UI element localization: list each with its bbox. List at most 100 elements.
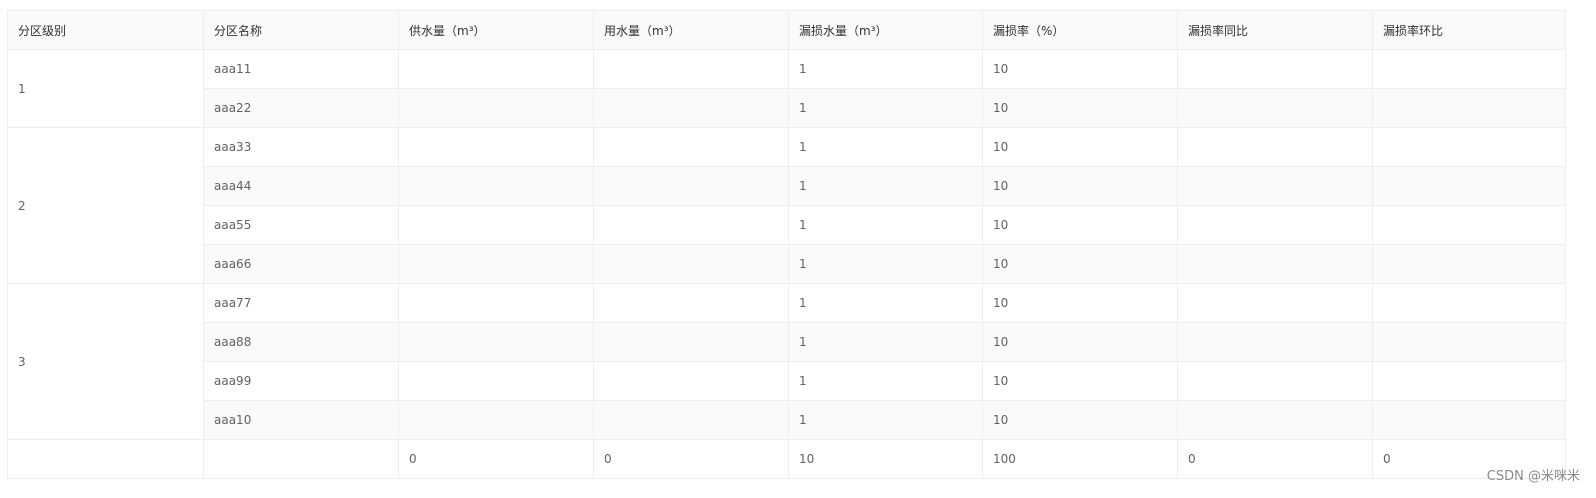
leakage-volume-cell: 1 xyxy=(788,400,983,440)
leakage-yoy-cell xyxy=(1177,88,1373,128)
leakage-yoy-cell xyxy=(1177,49,1373,89)
consumption-volume-cell xyxy=(593,361,789,401)
table-row[interactable]: aaa22 1 10 xyxy=(8,88,1566,128)
zone-name-cell: aaa10 xyxy=(203,400,399,440)
table-row[interactable]: 2 aaa33 1 10 xyxy=(7,127,1566,284)
zone-level-cell: 3 xyxy=(7,283,204,440)
zone-name-cell: aaa33 xyxy=(203,127,399,167)
leakage-rate-cell: 10 xyxy=(982,283,1178,323)
consumption-volume-cell xyxy=(593,166,789,206)
leakage-volume-cell: 1 xyxy=(788,49,983,89)
leakage-mom-cell xyxy=(1372,166,1566,206)
leakage-rate-cell: 10 xyxy=(982,400,1178,440)
supply-volume-cell xyxy=(398,244,594,284)
consumption-volume-cell xyxy=(593,400,789,440)
table-header-row: 分区级别 分区名称 供水量（m³） 用水量（m³） 漏损水量（m³） 漏损率（%… xyxy=(7,10,1566,50)
leakage-mom-cell xyxy=(1372,88,1566,128)
leakage-volume-cell: 1 xyxy=(788,205,983,245)
consumption-volume-cell xyxy=(593,244,789,284)
leakage-rate-cell: 10 xyxy=(982,244,1178,284)
leakage-volume-cell: 1 xyxy=(788,322,983,362)
leakage-rate-cell: 10 xyxy=(982,322,1178,362)
watermark: CSDN @米咪米 xyxy=(1486,469,1580,484)
data-table-container: 分区级别 分区名称 供水量（m³） 用水量（m³） 漏损水量（m³） 漏损率（%… xyxy=(7,10,1566,479)
leakage-mom-cell xyxy=(1372,283,1566,323)
zone-name-cell: aaa55 xyxy=(203,205,399,245)
zone-name-cell: aaa11 xyxy=(203,49,399,89)
leakage-mom-cell xyxy=(1372,205,1566,245)
page: 分区级别 分区名称 供水量（m³） 用水量（m³） 漏损水量（m³） 漏损率（%… xyxy=(0,0,1596,498)
leakage-mom-cell xyxy=(1372,361,1566,401)
leakage-volume-cell: 1 xyxy=(788,283,983,323)
table-row[interactable]: 1 aaa11 1 10 xyxy=(7,49,1566,128)
consumption-volume-cell xyxy=(593,322,789,362)
leakage-volume-cell: 1 xyxy=(788,244,983,284)
supply-volume-cell xyxy=(398,166,594,206)
summary-leakage-rate: 100 xyxy=(982,439,1178,479)
table-row[interactable]: aaa55 1 10 xyxy=(8,205,1566,245)
leakage-mom-cell xyxy=(1372,244,1566,284)
leakage-mom-cell xyxy=(1372,127,1566,167)
zone-name-cell: aaa66 xyxy=(203,244,399,284)
column-header-leakage-mom[interactable]: 漏损率环比 xyxy=(1372,10,1566,50)
leakage-rate-cell: 10 xyxy=(982,166,1178,206)
zone-name-cell: aaa77 xyxy=(203,283,399,323)
table-row[interactable]: aaa44 1 10 xyxy=(8,166,1566,206)
table-row[interactable]: 3 aaa77 1 10 xyxy=(7,283,1566,440)
supply-volume-cell xyxy=(398,49,594,89)
leakage-yoy-cell xyxy=(1177,361,1373,401)
leakage-volume-cell: 1 xyxy=(788,88,983,128)
consumption-volume-cell xyxy=(593,127,789,167)
leakage-mom-cell xyxy=(1372,49,1566,89)
consumption-volume-cell xyxy=(593,49,789,89)
table-row[interactable]: aaa99 1 10 xyxy=(8,361,1566,401)
leakage-rate-cell: 10 xyxy=(982,127,1178,167)
leakage-volume-cell: 1 xyxy=(788,361,983,401)
table-row[interactable]: aaa66 1 10 xyxy=(8,244,1566,284)
summary-leakage-yoy: 0 xyxy=(1177,439,1373,479)
supply-volume-cell xyxy=(398,400,594,440)
leakage-yoy-cell xyxy=(1177,322,1373,362)
leakage-rate-cell: 10 xyxy=(982,49,1178,89)
leakage-volume-cell: 1 xyxy=(788,127,983,167)
leakage-yoy-cell xyxy=(1177,127,1373,167)
leakage-volume-cell: 1 xyxy=(788,166,983,206)
table-row[interactable]: aaa88 1 10 xyxy=(8,322,1566,362)
zone-name-cell: aaa88 xyxy=(203,322,399,362)
column-header-leakage-volume[interactable]: 漏损水量（m³） xyxy=(788,10,983,50)
table-body: 1 aaa11 1 10 aaa22 1 10 2 aaa33 1 10 aaa… xyxy=(7,49,1566,479)
leakage-mom-cell xyxy=(1372,322,1566,362)
leakage-rate-cell: 10 xyxy=(982,205,1178,245)
supply-volume-cell xyxy=(398,127,594,167)
consumption-volume-cell xyxy=(593,283,789,323)
summary-leakage-volume: 10 xyxy=(788,439,983,479)
summary-consumption-volume: 0 xyxy=(593,439,789,479)
column-header-consumption-volume[interactable]: 用水量（m³） xyxy=(593,10,789,50)
leakage-yoy-cell xyxy=(1177,205,1373,245)
column-header-leakage-yoy[interactable]: 漏损率同比 xyxy=(1177,10,1373,50)
supply-volume-cell xyxy=(398,283,594,323)
summary-row: 0 0 10 100 0 0 xyxy=(7,439,1566,479)
summary-zone-name xyxy=(203,439,399,479)
supply-volume-cell xyxy=(398,361,594,401)
leakage-rate-cell: 10 xyxy=(982,361,1178,401)
column-header-leakage-rate[interactable]: 漏损率（%） xyxy=(982,10,1178,50)
leakage-yoy-cell xyxy=(1177,283,1373,323)
supply-volume-cell xyxy=(398,322,594,362)
column-header-supply-volume[interactable]: 供水量（m³） xyxy=(398,10,594,50)
data-table: 分区级别 分区名称 供水量（m³） 用水量（m³） 漏损水量（m³） 漏损率（%… xyxy=(7,10,1566,479)
column-header-zone-name[interactable]: 分区名称 xyxy=(203,10,399,50)
zone-name-cell: aaa44 xyxy=(203,166,399,206)
leakage-rate-cell: 10 xyxy=(982,88,1178,128)
zone-level-cell: 1 xyxy=(7,49,204,128)
leakage-yoy-cell xyxy=(1177,244,1373,284)
leakage-yoy-cell xyxy=(1177,400,1373,440)
leakage-yoy-cell xyxy=(1177,166,1373,206)
zone-name-cell: aaa22 xyxy=(203,88,399,128)
supply-volume-cell xyxy=(398,205,594,245)
column-header-zone-level[interactable]: 分区级别 xyxy=(7,10,204,50)
zone-name-cell: aaa99 xyxy=(203,361,399,401)
table-row[interactable]: aaa10 1 10 xyxy=(8,400,1566,440)
leakage-mom-cell xyxy=(1372,400,1566,440)
consumption-volume-cell xyxy=(593,205,789,245)
